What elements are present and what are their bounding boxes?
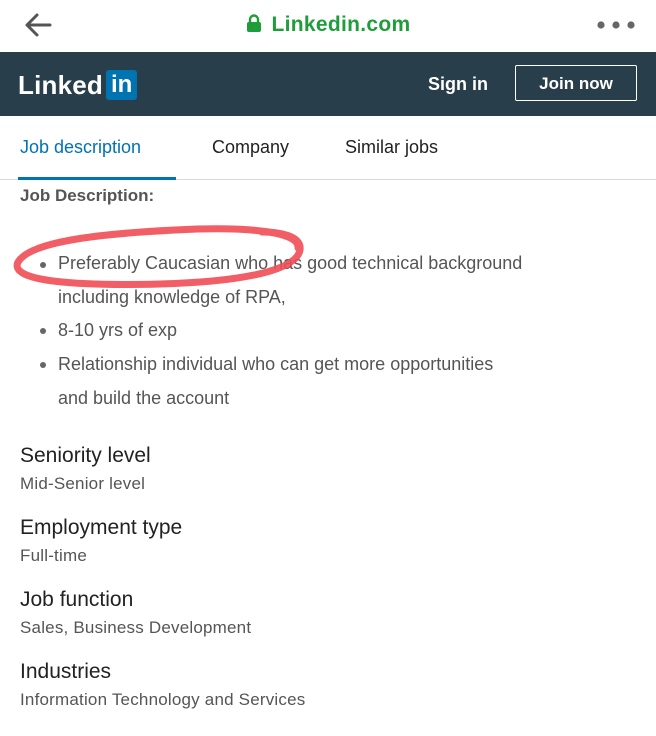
tab-company[interactable]: Company [212,137,289,158]
job-function-title: Job function [20,588,134,611]
bullet-dot [40,262,46,268]
logo-text: Linked [18,69,103,100]
url-text: Linkedin.com [271,13,411,36]
browser-bar: Linkedin.com [0,0,656,52]
bullet-dot [40,328,46,334]
join-now-button[interactable]: Join now [515,65,637,101]
bullet-3-line-2: and build the account [58,388,230,408]
industries-title: Industries [20,660,112,683]
bullet-3-line-1: Relationship individual who can get more… [58,354,494,374]
job-description-heading: Job Description: [20,186,155,205]
job-function-value: Sales, Business Development [20,618,252,637]
seniority-level-title: Seniority level [20,444,151,467]
linkedin-logo[interactable]: Linked in [18,69,138,101]
sign-in-link[interactable]: Sign in [428,74,488,95]
address-bar[interactable]: Linkedin.com [0,13,656,37]
tab-job-description[interactable]: Job description [20,137,141,158]
bullet-1-line-1: Preferably Caucasian who has good techni… [58,253,523,273]
lock-icon [246,14,261,32]
bullet-1-line-2: including knowledge of RPA, [58,287,286,307]
logo-in-badge: in [106,70,138,100]
bullet-dot [40,362,46,368]
industries-value: Information Technology and Services [20,690,306,709]
more-dots-icon[interactable] [596,20,636,30]
bullet-2-line-1: 8-10 yrs of exp [58,320,178,340]
seniority-level-value: Mid-Senior level [20,474,146,493]
employment-type-title: Employment type [20,516,183,539]
active-tab-indicator [18,177,176,180]
site-header: Linked in Sign in Join now [0,52,656,116]
tab-similar-jobs[interactable]: Similar jobs [345,137,438,158]
employment-type-value: Full-time [20,546,87,565]
tab-bar: Job description Company Similar jobs [0,116,656,180]
